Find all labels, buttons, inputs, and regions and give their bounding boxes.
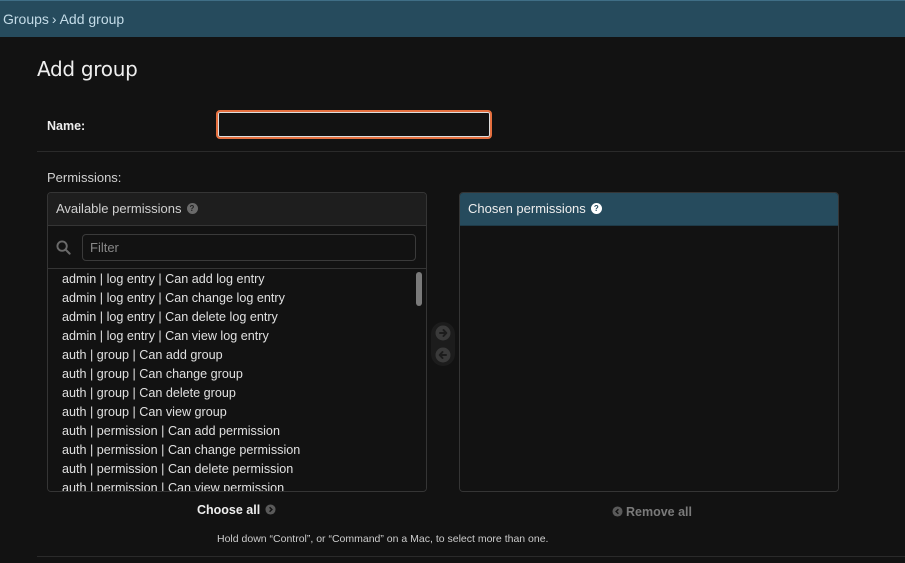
remove-all-button[interactable]: Remove all xyxy=(612,505,692,519)
remove-all-label: Remove all xyxy=(626,505,693,519)
list-item[interactable]: auth | permission | Can view permission xyxy=(48,479,426,491)
question-circle-icon[interactable]: ? xyxy=(186,203,198,215)
choose-all-label: Choose all xyxy=(197,503,261,517)
list-item[interactable]: auth | permission | Can add permission xyxy=(48,422,426,441)
list-item[interactable]: auth | group | Can change group xyxy=(48,365,426,384)
list-item[interactable]: admin | log entry | Can view log entry xyxy=(48,327,426,346)
breadcrumb-groups-link[interactable]: Groups xyxy=(3,11,49,27)
move-buttons xyxy=(431,322,455,366)
list-item[interactable]: auth | permission | Can change permissio… xyxy=(48,441,426,460)
list-item[interactable]: admin | log entry | Can change log entry xyxy=(48,289,426,308)
divider xyxy=(37,151,905,152)
filter-input[interactable] xyxy=(82,234,416,261)
chosen-permissions-title: Chosen permissions xyxy=(468,201,586,216)
breadcrumb-separator: › xyxy=(51,11,57,27)
list-item[interactable]: admin | log entry | Can add log entry xyxy=(48,270,426,289)
list-item[interactable]: auth | group | Can view group xyxy=(48,403,426,422)
choose-all-button[interactable]: Choose all xyxy=(197,503,276,517)
available-permissions-box: Available permissions? admin | log entry… xyxy=(47,192,427,492)
available-permissions-title: Available permissions xyxy=(56,201,182,216)
breadcrumb-current: Add group xyxy=(59,11,125,27)
name-label: Name: xyxy=(47,119,86,133)
question-circle-icon[interactable]: ? xyxy=(590,203,602,215)
chevron-left-circle-icon xyxy=(612,506,623,517)
permissions-label: Permissions: xyxy=(47,170,122,185)
help-text: Hold down “Control”, or “Command” on a M… xyxy=(217,533,549,545)
list-item[interactable]: auth | permission | Can delete permissio… xyxy=(48,460,426,479)
filter-row xyxy=(48,226,426,269)
chevron-right-circle-icon xyxy=(265,504,276,515)
chosen-permissions-box: Chosen permissions? xyxy=(459,192,839,492)
name-input[interactable] xyxy=(216,110,492,139)
list-item[interactable]: admin | log entry | Can delete log entry xyxy=(48,308,426,327)
page-title: Add group xyxy=(37,57,138,81)
chosen-permissions-header: Chosen permissions? xyxy=(460,193,838,226)
chosen-permissions-list[interactable] xyxy=(460,226,838,491)
remove-arrow-left-icon[interactable] xyxy=(435,347,451,363)
available-permissions-list[interactable]: admin | log entry | Can add log entry ad… xyxy=(48,269,426,491)
list-item[interactable]: auth | group | Can delete group xyxy=(48,384,426,403)
search-icon xyxy=(56,240,71,255)
available-permissions-header: Available permissions? xyxy=(48,193,426,226)
list-item[interactable]: auth | group | Can add group xyxy=(48,346,426,365)
choose-arrow-right-icon[interactable] xyxy=(435,325,451,341)
divider xyxy=(37,556,905,557)
breadcrumb: Groups › Add group xyxy=(0,0,905,37)
scrollbar[interactable] xyxy=(416,272,422,306)
